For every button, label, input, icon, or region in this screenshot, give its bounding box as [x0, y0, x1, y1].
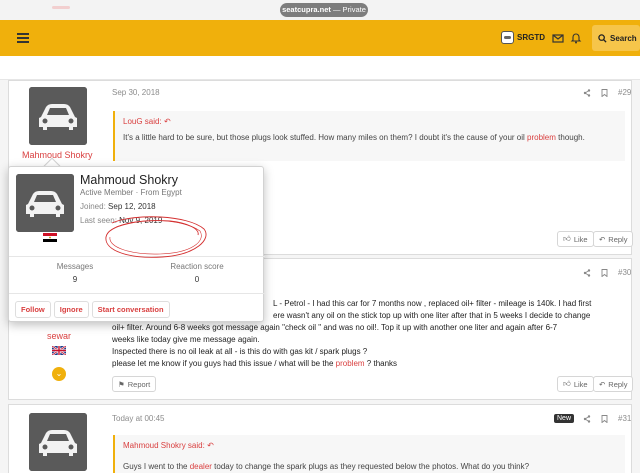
- search-icon: [598, 33, 607, 43]
- car-avatar-icon: [29, 87, 87, 145]
- post-line-3: oil+ filter. Around 6-8 weeks got messag…: [112, 323, 558, 332]
- post-number[interactable]: #30: [618, 268, 631, 277]
- like-icon: 👍︎: [563, 234, 571, 243]
- reply-button[interactable]: ↶ Reply: [593, 231, 634, 247]
- post-number[interactable]: #29: [618, 88, 631, 97]
- quote-text: It's a little hard to be sure, but those…: [123, 133, 585, 142]
- like-icon: 👍︎: [563, 379, 571, 388]
- reaction-score-label: Reaction score: [170, 262, 224, 271]
- browser-toolbar: seatcupra.net — Private: [0, 0, 640, 20]
- start-conversation-button[interactable]: Start conversation: [91, 301, 170, 318]
- quote-block: Mahmoud Shokry said: ↶ Guys I went to th…: [113, 435, 625, 473]
- report-button[interactable]: ⚑ Report: [112, 376, 157, 392]
- car-avatar-icon: [16, 174, 74, 232]
- post-number[interactable]: #31: [618, 414, 631, 423]
- quote-text: Guys I went to the dealer today to chang…: [123, 462, 530, 471]
- dealer-link[interactable]: dealer: [190, 462, 212, 471]
- author-avatar[interactable]: [29, 87, 87, 145]
- address-bar[interactable]: seatcupra.net — Private: [280, 3, 368, 17]
- post-author[interactable]: sewar: [47, 331, 71, 341]
- actions-divider: [9, 293, 265, 294]
- quote-author[interactable]: LouG said: ↶: [115, 111, 625, 126]
- problem-link[interactable]: problem: [527, 133, 556, 142]
- quote-author[interactable]: Mahmoud Shokry said: ↶: [115, 435, 625, 450]
- share-icon[interactable]: [583, 414, 591, 423]
- bookmark-icon[interactable]: [601, 88, 608, 97]
- member-name[interactable]: Mahmoud Shokry: [80, 173, 178, 187]
- quote-block: LouG said: ↶ It's a little hard to be su…: [113, 111, 625, 161]
- report-icon: ⚑: [118, 379, 125, 389]
- messages-label: Messages: [56, 262, 94, 271]
- stats-divider: [9, 256, 265, 257]
- last-seen-info: Last seen: Nov 9, 2019: [80, 216, 163, 225]
- post-author[interactable]: Mahmoud Shokry: [22, 150, 93, 160]
- new-badge: New: [554, 414, 575, 423]
- post-date[interactable]: Today at 00:45: [112, 414, 164, 423]
- joined-info: Joined: Sep 12, 2018: [80, 202, 156, 211]
- site-header: SRGTD Search: [0, 20, 640, 56]
- menu-icon[interactable]: [17, 33, 29, 43]
- post-tools: #29: [583, 88, 631, 97]
- post-tools: #31: [583, 414, 631, 423]
- reply-button[interactable]: ↶ Reply: [593, 376, 634, 392]
- search-label: Search: [610, 33, 637, 43]
- member-title: Active Member · From Egypt: [80, 188, 182, 197]
- author-avatar[interactable]: [29, 413, 87, 471]
- quote-expand-icon[interactable]: ↶: [164, 117, 171, 126]
- reply-icon: ↶: [599, 379, 606, 389]
- share-icon[interactable]: [583, 268, 591, 277]
- uk-flag-icon: [52, 346, 66, 355]
- header-username[interactable]: SRGTD: [517, 33, 545, 42]
- tab-hint: [52, 6, 70, 9]
- post-line-5: Inspected there is no oil leak at all - …: [112, 347, 368, 356]
- reaction-score-value: 0: [194, 275, 200, 284]
- card-actions: Follow Ignore Start conversation: [15, 301, 170, 318]
- post-tools: #30: [583, 268, 631, 277]
- member-tooltip-card: Mahmoud Shokry Active Member · From Egyp…: [8, 166, 265, 322]
- share-icon[interactable]: [583, 88, 591, 97]
- ignore-button[interactable]: Ignore: [53, 301, 89, 318]
- post-line-1: L - Petrol - I had this car for 7 months…: [273, 299, 592, 308]
- inbox-icon[interactable]: [552, 32, 564, 44]
- reply-icon: ↶: [599, 234, 606, 244]
- member-avatar[interactable]: [16, 174, 74, 232]
- quote-expand-icon[interactable]: ↶: [207, 441, 214, 450]
- post-line-4: weeks like today give me message again.: [112, 335, 260, 344]
- search-button[interactable]: Search: [592, 25, 640, 51]
- messages-count[interactable]: 9: [15, 275, 135, 284]
- bell-icon[interactable]: [570, 32, 582, 44]
- like-button[interactable]: 👍︎ Like: [557, 231, 594, 247]
- address-domain: seatcupra.net: [282, 5, 331, 14]
- bookmark-icon[interactable]: [601, 414, 608, 423]
- sub-navigation: [0, 56, 640, 80]
- bookmark-icon[interactable]: [601, 268, 608, 277]
- egypt-flag-icon: [43, 233, 57, 242]
- problem-link[interactable]: problem: [336, 359, 365, 368]
- like-button[interactable]: 👍︎ Like: [557, 376, 594, 392]
- follow-button[interactable]: Follow: [15, 301, 51, 318]
- post-line-6: please let me know if you guys had this …: [112, 359, 398, 368]
- address-separator: —: [330, 5, 343, 14]
- user-avatar[interactable]: [501, 31, 514, 44]
- private-mode-label: Private: [342, 5, 366, 14]
- expand-user-icon[interactable]: ⌄: [52, 367, 66, 381]
- car-avatar-icon: [29, 413, 87, 471]
- post-line-2: ere wasn't any oil on the stick top up w…: [273, 311, 591, 320]
- post-date[interactable]: Sep 30, 2018: [112, 88, 160, 97]
- post-31: Today at 00:45 New #31 Mahmoud Shokry sa…: [8, 404, 632, 473]
